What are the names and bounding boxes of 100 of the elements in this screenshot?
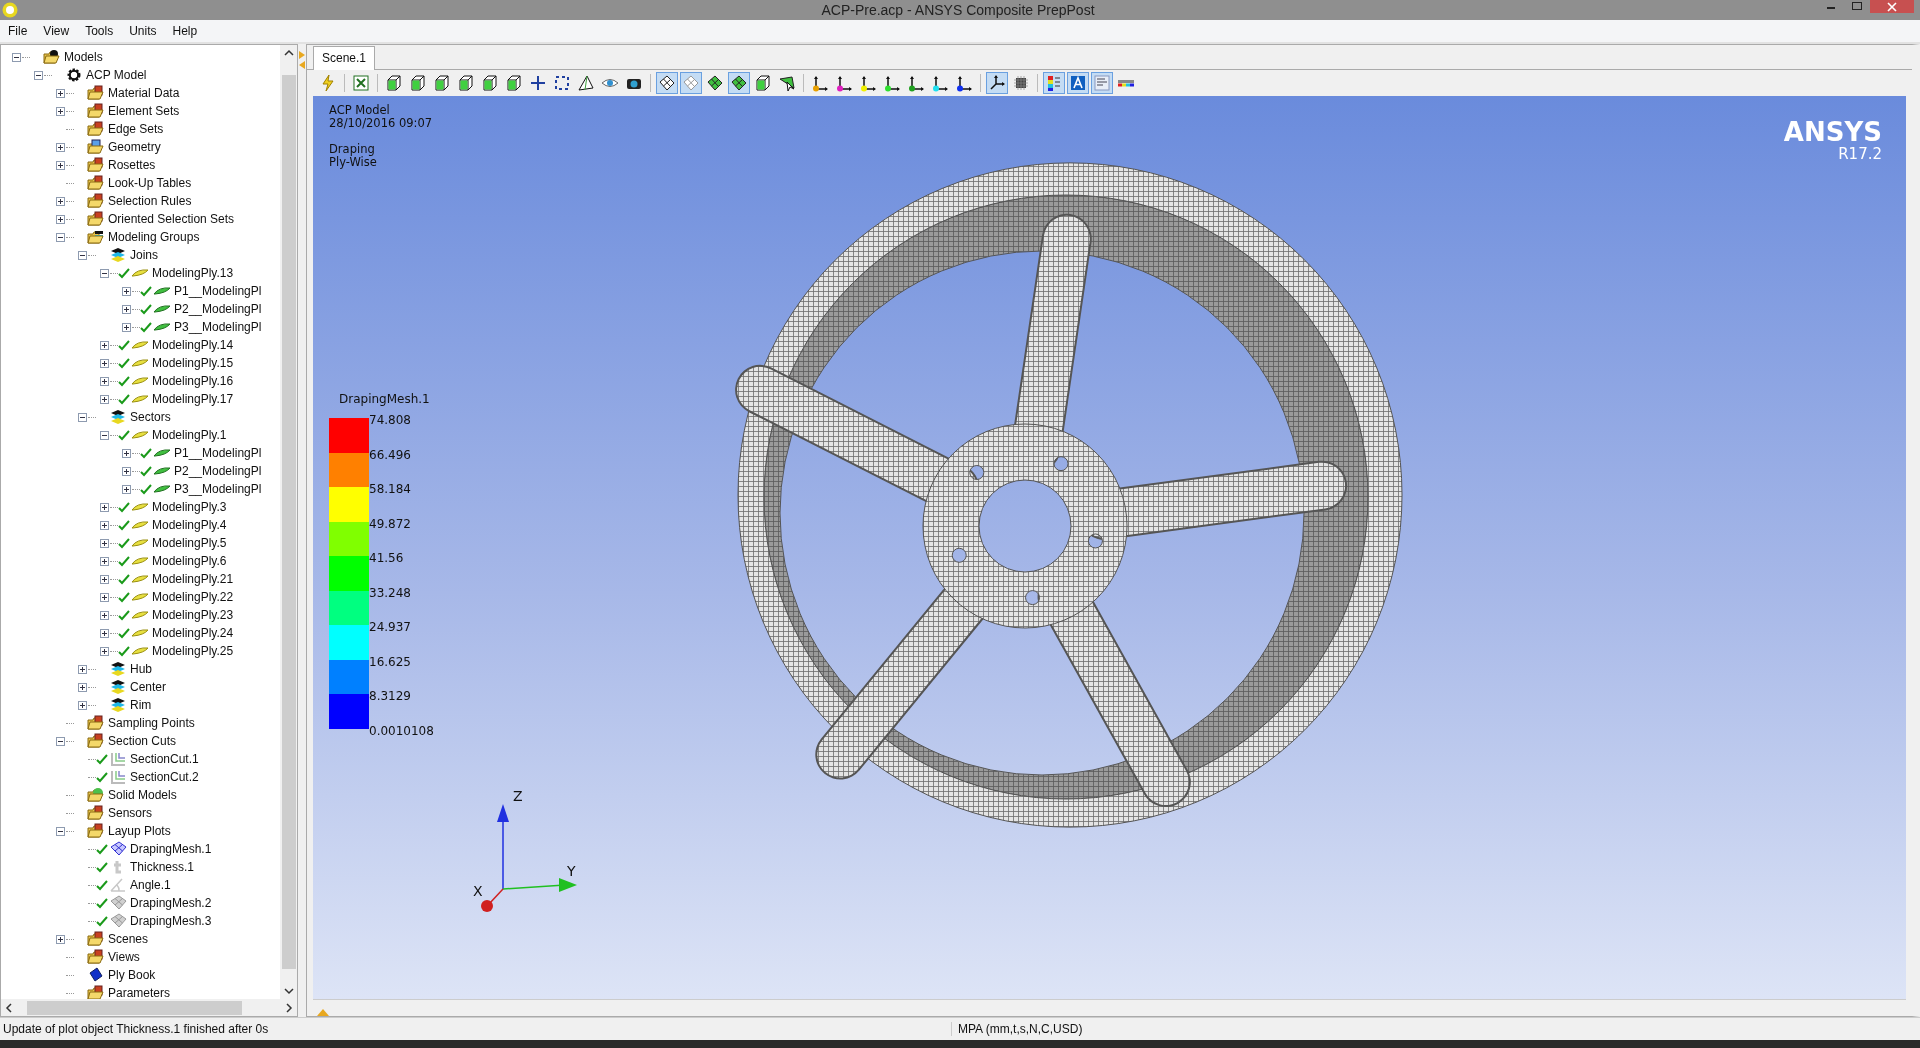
tree-item[interactable]: ModelingPly.4	[152, 518, 227, 532]
spreadsheet-icon[interactable]	[350, 72, 372, 94]
tree-item[interactable]: P3__ModelingPl	[174, 482, 262, 496]
tree-item[interactable]: P1__ModelingPl	[174, 446, 262, 460]
tree-item[interactable]: DrapingMesh.2	[130, 896, 212, 910]
expand-toggle[interactable]	[99, 393, 110, 405]
tree-item[interactable]: ModelingPly.14	[152, 338, 234, 352]
check-icon[interactable]	[118, 375, 130, 387]
tree-item[interactable]: Thickness.1	[130, 860, 195, 874]
check-icon[interactable]	[96, 753, 108, 765]
scroll-right-icon[interactable]	[285, 1002, 293, 1013]
menu-item[interactable]: File	[0, 24, 36, 38]
tree-item[interactable]: Sensors	[108, 806, 153, 820]
tree-item[interactable]: P2__ModelingPl	[174, 302, 262, 316]
tree-item[interactable]: Joins	[130, 248, 158, 262]
expand-toggle[interactable]	[99, 339, 110, 351]
menu-item[interactable]: Tools	[77, 24, 122, 38]
expand-toggle[interactable]	[99, 573, 110, 585]
tree-item[interactable]: Solid Models	[108, 788, 177, 802]
check-icon[interactable]	[118, 627, 130, 639]
check-icon[interactable]	[96, 879, 108, 891]
tree-item[interactable]: ModelingPly.24	[152, 626, 234, 640]
tree-item[interactable]: Selection Rules	[108, 194, 192, 208]
close-button[interactable]	[1870, 0, 1914, 13]
check-icon[interactable]	[118, 591, 130, 603]
tree-item[interactable]: DrapingMesh.1	[130, 842, 212, 856]
expand-toggle[interactable]	[99, 501, 110, 513]
tree-item[interactable]: ModelingPly.3	[152, 500, 227, 514]
scroll-up-icon[interactable]	[283, 49, 294, 57]
expand-toggle[interactable]	[121, 465, 132, 477]
tree-item[interactable]: Scenes	[108, 932, 149, 946]
tree-item[interactable]: ACP Model	[86, 68, 147, 82]
check-icon[interactable]	[118, 555, 130, 567]
check-icon[interactable]	[96, 861, 108, 873]
check-icon[interactable]	[96, 843, 108, 855]
tree-item[interactable]: Layup Plots	[108, 824, 171, 838]
check-icon[interactable]	[140, 465, 152, 477]
3d-viewport[interactable]: ACP Model 28/10/2016 09:07 Draping Ply-Wise ANSYS R17.2 DrapingMesh.1 74.808 66.496 58.184 49.872 41.56 33.248 24.937 16.625 8.3129 0.0010108 Z Y X	[313, 96, 1906, 999]
tree-item[interactable]: ModelingPly.17	[152, 392, 234, 406]
tree-item[interactable]: SectionCut.1	[130, 752, 199, 766]
scrollbar-thumb[interactable]	[27, 1000, 242, 1015]
expand-toggle[interactable]	[99, 357, 110, 369]
expand-toggle[interactable]	[99, 609, 110, 621]
expand-toggle[interactable]	[121, 447, 132, 459]
expand-toggle[interactable]	[55, 159, 66, 171]
tree-item[interactable]: Models	[64, 50, 103, 64]
tree-item[interactable]: Sectors	[130, 410, 171, 424]
expand-toggle[interactable]	[121, 321, 132, 333]
tree-item[interactable]: SectionCut.2	[130, 770, 199, 784]
expand-toggle[interactable]	[99, 375, 110, 387]
tree-item[interactable]: ModelingPly.25	[152, 644, 234, 658]
wheel-mesh-drawing[interactable]	[735, 163, 1403, 827]
tree-item[interactable]: Sampling Points	[108, 716, 195, 730]
expand-toggle[interactable]	[99, 555, 110, 567]
mesh-grid-icon[interactable]	[656, 72, 678, 94]
check-icon[interactable]	[118, 645, 130, 657]
tree-item[interactable]: Angle.1	[130, 878, 171, 892]
tree-item[interactable]: P2__ModelingPl	[174, 464, 262, 478]
collapse-toggle[interactable]	[55, 735, 66, 747]
tree-item[interactable]: Geometry	[108, 140, 161, 154]
tree-item[interactable]: Center	[130, 680, 167, 694]
tree-item[interactable]: Modeling Groups	[108, 230, 200, 244]
tree-item[interactable]: ModelingPly.5	[152, 536, 227, 550]
tree-item[interactable]: Section Cuts	[108, 734, 177, 748]
expand-toggle[interactable]	[99, 645, 110, 657]
collapse-toggle[interactable]	[55, 825, 66, 837]
tree-item[interactable]: Rim	[130, 698, 152, 712]
collapse-toggle[interactable]	[99, 267, 110, 279]
horizontal-scrollbar[interactable]	[1, 999, 297, 1016]
scroll-down-icon[interactable]	[283, 987, 294, 995]
expand-toggle[interactable]	[121, 483, 132, 495]
expand-toggle[interactable]	[55, 105, 66, 117]
check-icon[interactable]	[118, 393, 130, 405]
collapse-toggle[interactable]	[77, 249, 88, 261]
collapse-toggle[interactable]	[55, 231, 66, 243]
expand-toggle[interactable]	[121, 285, 132, 297]
expand-toggle[interactable]	[77, 663, 88, 675]
check-icon[interactable]	[140, 303, 152, 315]
tree-item[interactable]: P3__ModelingPl	[174, 320, 262, 334]
tree-item[interactable]: ModelingPly.15	[152, 356, 234, 370]
mesh-grid-icon[interactable]	[728, 72, 750, 94]
tree-item[interactable]: Oriented Selection Sets	[108, 212, 235, 226]
tree-item[interactable]: Rosettes	[108, 158, 156, 172]
expand-toggle[interactable]	[99, 591, 110, 603]
vertical-scrollbar[interactable]	[280, 45, 297, 999]
tree-item[interactable]: ModelingPly.13	[152, 266, 234, 280]
expand-toggle[interactable]	[55, 87, 66, 99]
check-icon[interactable]	[118, 573, 130, 585]
tree-item[interactable]: Element Sets	[108, 104, 180, 118]
legend-icon[interactable]	[1043, 72, 1065, 94]
collapse-toggle[interactable]	[11, 51, 22, 63]
tree-item[interactable]: Parameters	[108, 986, 171, 999]
check-icon[interactable]	[140, 447, 152, 459]
expand-toggle[interactable]	[55, 195, 66, 207]
collapse-toggle[interactable]	[33, 69, 44, 81]
expand-toggle[interactable]	[121, 303, 132, 315]
tree-item[interactable]: ModelingPly.21	[152, 572, 234, 586]
tree-item[interactable]: ModelingPly.23	[152, 608, 234, 622]
collapse-toggle[interactable]	[77, 411, 88, 423]
check-icon[interactable]	[118, 609, 130, 621]
